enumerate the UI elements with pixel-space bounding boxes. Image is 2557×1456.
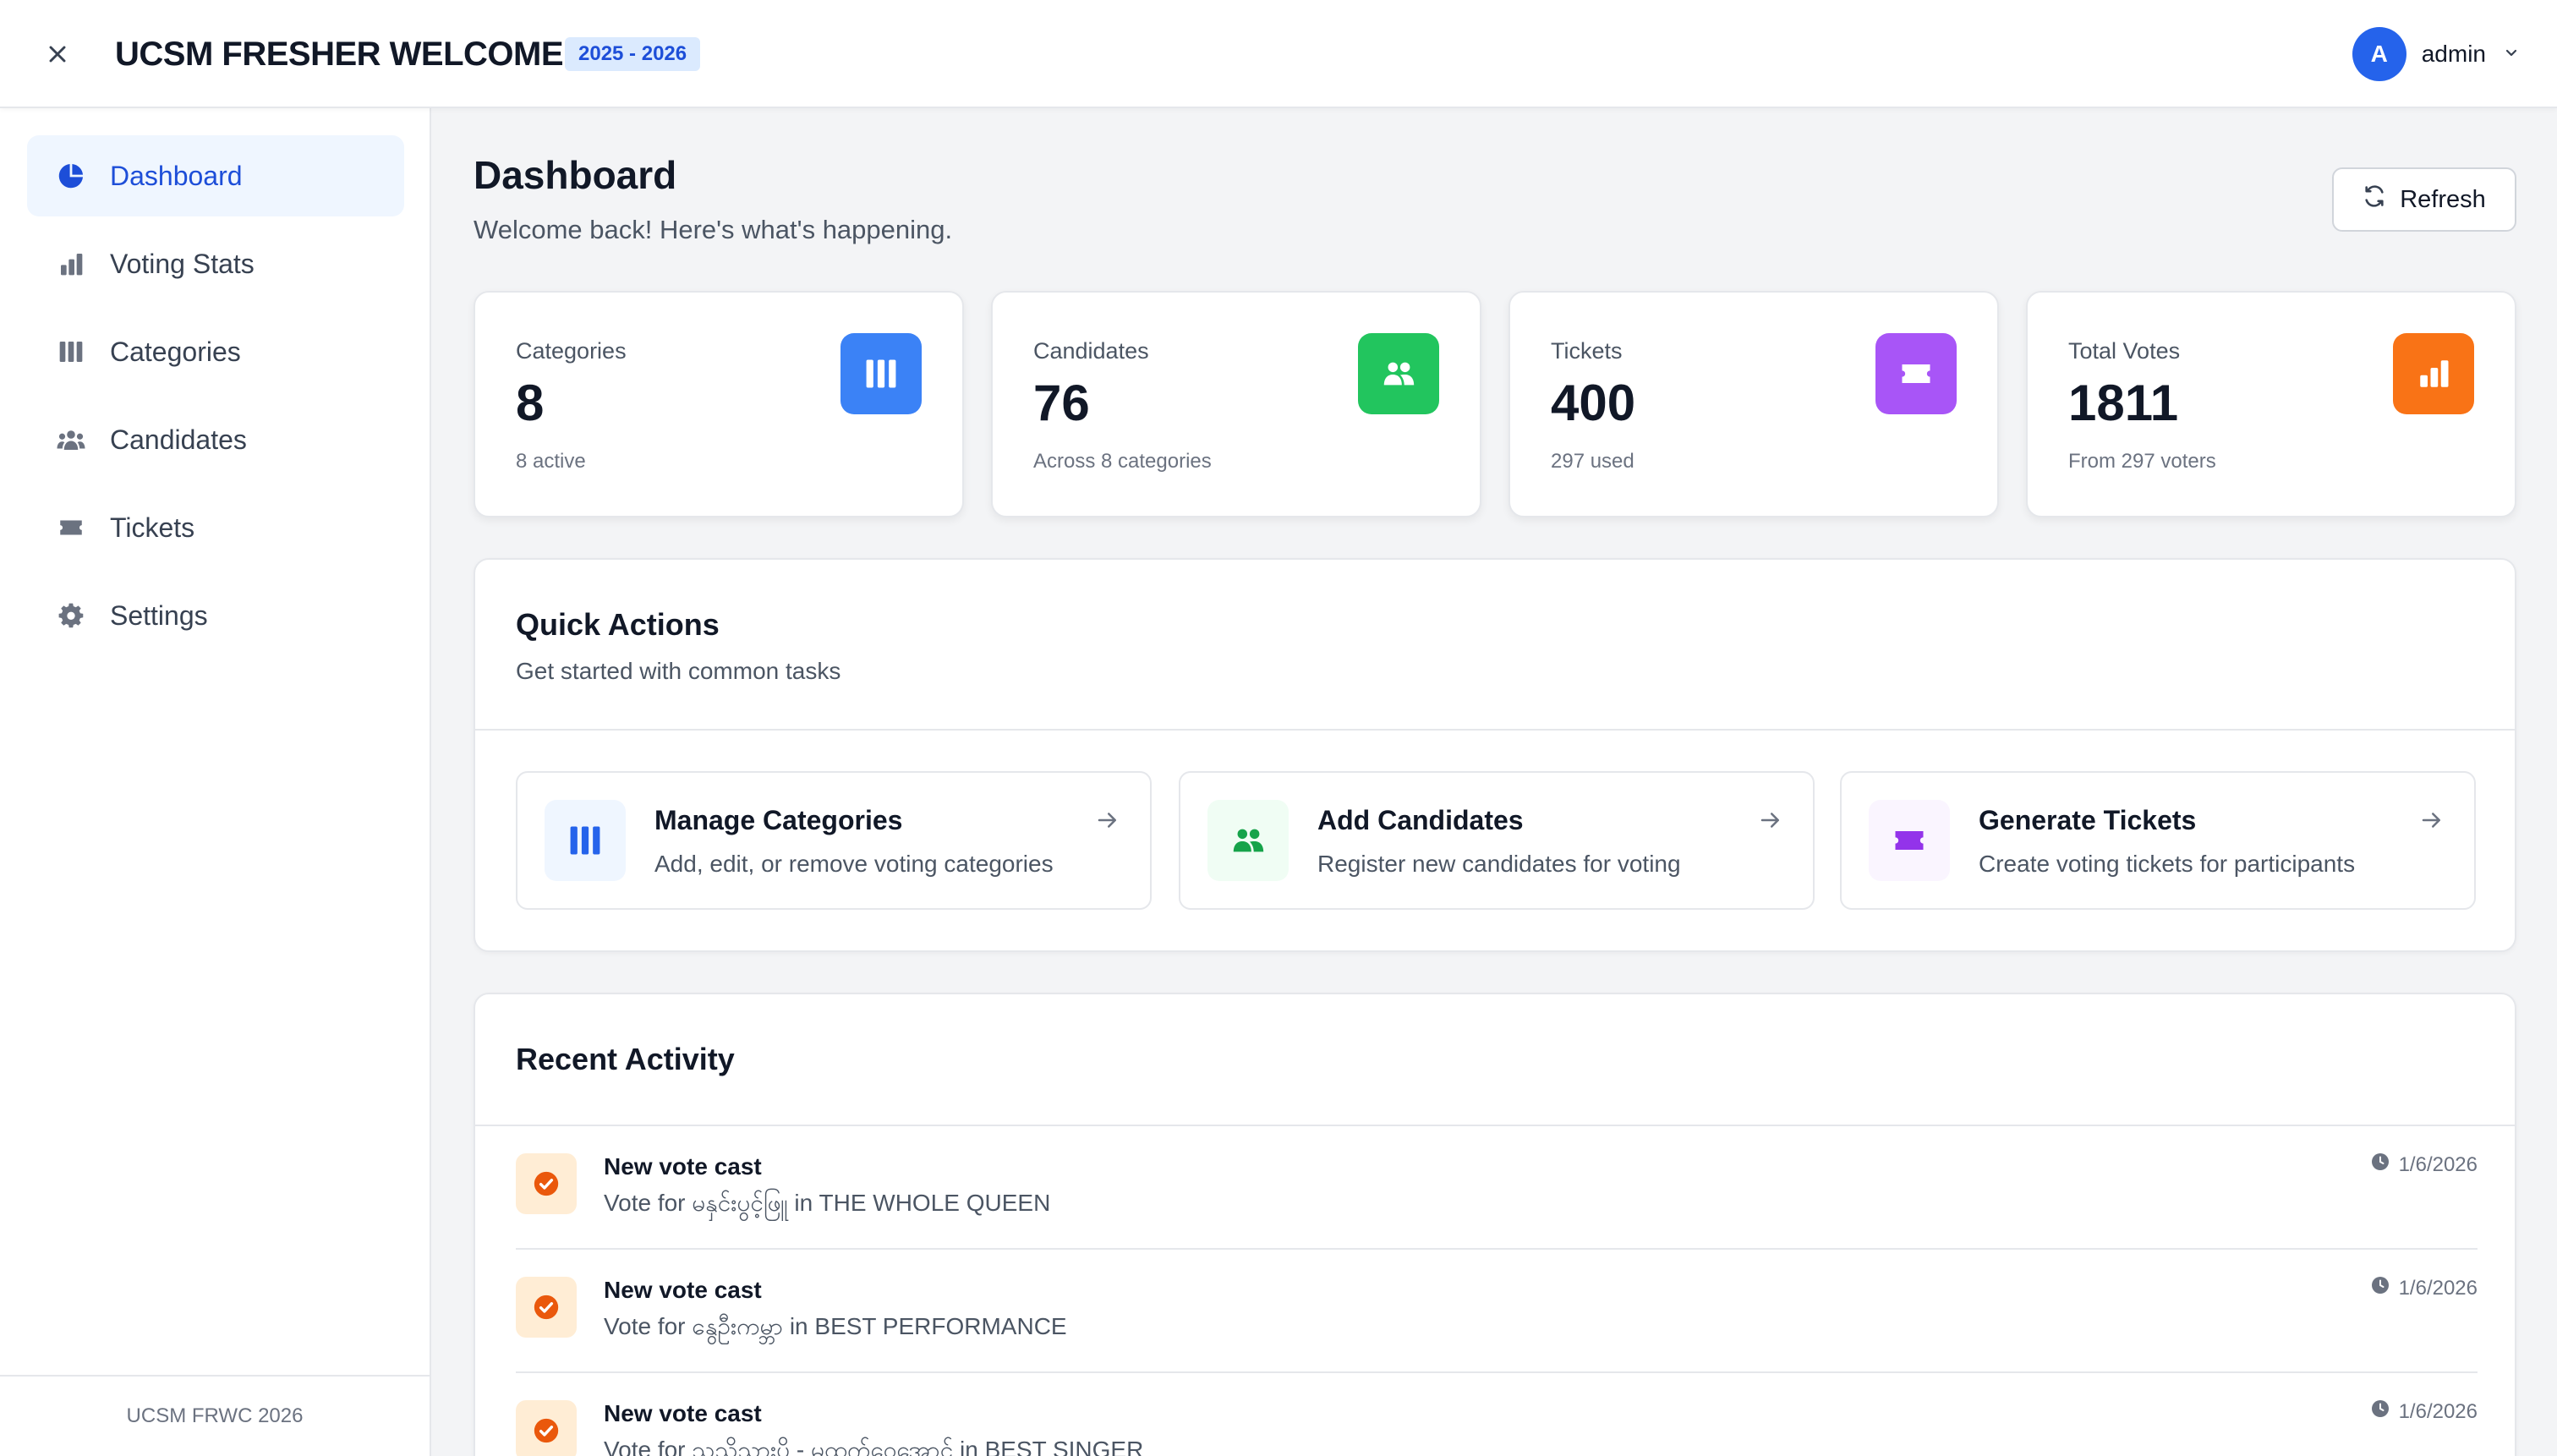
- action-desc: Create voting tickets for participants: [1979, 851, 2356, 877]
- close-icon[interactable]: [37, 34, 78, 74]
- sidebar-footer: UCSM FRWC 2026: [0, 1375, 430, 1456]
- arrow-right-icon: [2417, 805, 2447, 835]
- arrow-right-icon: [1092, 805, 1123, 835]
- activity-desc: Vote for နွေဦးကမ္ဘာ in BEST PERFORMANCE: [604, 1313, 1067, 1339]
- stat-card-candidates: Candidates 76 Across 8 categories: [991, 291, 1481, 517]
- ticket-icon: [1869, 800, 1950, 881]
- add-candidates-card[interactable]: Add Candidates Register new candidates f…: [1179, 771, 1815, 910]
- stat-card-total-votes: Total Votes 1811 From 297 voters: [2026, 291, 2516, 517]
- stat-label: Categories: [516, 338, 627, 364]
- sidebar-item-label: Categories: [110, 336, 241, 367]
- bar-chart-icon: [2393, 333, 2474, 414]
- activity-time: 1/6/2026: [2370, 1152, 2478, 1178]
- check-circle-icon: [516, 1153, 577, 1214]
- sidebar: Dashboard Voting Stats Categories Candid…: [0, 108, 431, 1456]
- sidebar-item-dashboard[interactable]: Dashboard: [27, 135, 404, 216]
- app-title: UCSM FRESHER WELCOME: [115, 36, 564, 73]
- check-circle-icon: [516, 1400, 577, 1456]
- bar-chart-icon: [56, 249, 86, 279]
- activity-title: New vote cast: [604, 1400, 762, 1426]
- clock-icon: [2370, 1399, 2390, 1425]
- users-icon: [1358, 333, 1439, 414]
- stat-card-tickets: Tickets 400 297 used: [1508, 291, 1999, 517]
- panel-subtitle: Get started with common tasks: [516, 658, 841, 684]
- stat-value: 1811: [2068, 375, 2179, 431]
- stat-card-categories: Categories 8 8 active: [474, 291, 964, 517]
- panel-title: Quick Actions: [516, 607, 720, 642]
- activity-title: New vote cast: [604, 1277, 762, 1303]
- panel-title: Recent Activity: [516, 1042, 735, 1076]
- activity-title: New vote cast: [604, 1153, 762, 1180]
- year-badge: 2025 - 2026: [565, 37, 701, 71]
- sidebar-item-label: Voting Stats: [110, 248, 255, 279]
- manage-categories-card[interactable]: Manage Categories Add, edit, or remove v…: [516, 771, 1152, 910]
- stat-label: Candidates: [1033, 338, 1149, 364]
- activity-item: New vote cast Vote for နွေဦးကမ္ဘာ in BES…: [516, 1250, 2478, 1373]
- activity-time: 1/6/2026: [2370, 1399, 2478, 1425]
- action-title: Manage Categories: [654, 805, 903, 835]
- generate-tickets-card[interactable]: Generate Tickets Create voting tickets f…: [1840, 771, 2476, 910]
- clock-icon: [2370, 1275, 2390, 1301]
- stat-sub: 297 used: [1551, 450, 1634, 473]
- sidebar-item-candidates[interactable]: Candidates: [27, 399, 404, 480]
- stat-sub: Across 8 categories: [1033, 450, 1212, 473]
- divider: [475, 729, 2515, 731]
- activity-time-label: 1/6/2026: [2398, 1276, 2478, 1300]
- sidebar-item-label: Settings: [110, 599, 208, 631]
- sidebar-item-voting-stats[interactable]: Voting Stats: [27, 223, 404, 304]
- gear-icon: [56, 600, 86, 631]
- clock-icon: [2370, 1152, 2390, 1178]
- sidebar-item-label: Candidates: [110, 424, 247, 455]
- arrow-right-icon: [1755, 805, 1786, 835]
- activity-time: 1/6/2026: [2370, 1275, 2478, 1301]
- pie-chart-icon: [56, 161, 86, 191]
- sidebar-item-label: Tickets: [110, 512, 195, 543]
- activity-time-label: 1/6/2026: [2398, 1399, 2478, 1423]
- sidebar-item-settings[interactable]: Settings: [27, 575, 404, 656]
- action-title: Add Candidates: [1317, 805, 1524, 835]
- activity-desc: Vote for မနှင်းပွင့်ဖြူ in THE WHOLE QUE…: [604, 1190, 1051, 1216]
- action-desc: Register new candidates for voting: [1317, 851, 1681, 877]
- activity-time-label: 1/6/2026: [2398, 1152, 2478, 1176]
- user-menu[interactable]: A admin: [2352, 25, 2521, 83]
- refresh-icon: [2363, 184, 2386, 215]
- refresh-button[interactable]: Refresh: [2332, 167, 2516, 232]
- ticket-icon: [1875, 333, 1957, 414]
- page-subtitle: Welcome back! Here's what's happening.: [474, 215, 953, 244]
- action-title: Generate Tickets: [1979, 805, 2197, 835]
- users-icon: [56, 424, 86, 455]
- users-icon: [1207, 800, 1289, 881]
- sidebar-item-tickets[interactable]: Tickets: [27, 487, 404, 568]
- check-circle-icon: [516, 1277, 577, 1338]
- stat-sub: From 297 voters: [2068, 450, 2216, 473]
- ticket-icon: [56, 512, 86, 543]
- activity-item: New vote cast Vote for မနှင်းပွင့်ဖြူ in…: [516, 1126, 2478, 1250]
- sidebar-item-label: Dashboard: [110, 160, 243, 191]
- quick-actions-panel: Quick Actions Get started with common ta…: [474, 558, 2516, 952]
- top-header: UCSM FRESHER WELCOME 2025 - 2026 A admin: [0, 0, 2557, 108]
- refresh-label: Refresh: [2400, 185, 2486, 213]
- stat-sub: 8 active: [516, 450, 586, 473]
- stat-value: 76: [1033, 375, 1090, 431]
- columns-icon: [56, 337, 86, 367]
- page-title: Dashboard: [474, 153, 677, 197]
- activity-item: New vote cast Vote for သသိသားပို - မထက်ဝ…: [516, 1373, 2478, 1456]
- avatar: A: [2352, 27, 2406, 81]
- columns-icon: [545, 800, 626, 881]
- stat-label: Total Votes: [2068, 338, 2181, 364]
- columns-icon: [840, 333, 922, 414]
- stat-value: 8: [516, 375, 545, 431]
- sidebar-item-categories[interactable]: Categories: [27, 311, 404, 392]
- chevron-down-icon: [2501, 42, 2521, 67]
- stat-label: Tickets: [1551, 338, 1623, 364]
- activity-desc: Vote for သသိသားပို - မထက်ဝေအောင် in BEST…: [604, 1437, 1144, 1456]
- stat-value: 400: [1551, 375, 1636, 431]
- user-name: admin: [2421, 41, 2486, 67]
- action-desc: Add, edit, or remove voting categories: [654, 851, 1054, 877]
- recent-activity-panel: Recent Activity New vote cast Vote for မ…: [474, 993, 2516, 1456]
